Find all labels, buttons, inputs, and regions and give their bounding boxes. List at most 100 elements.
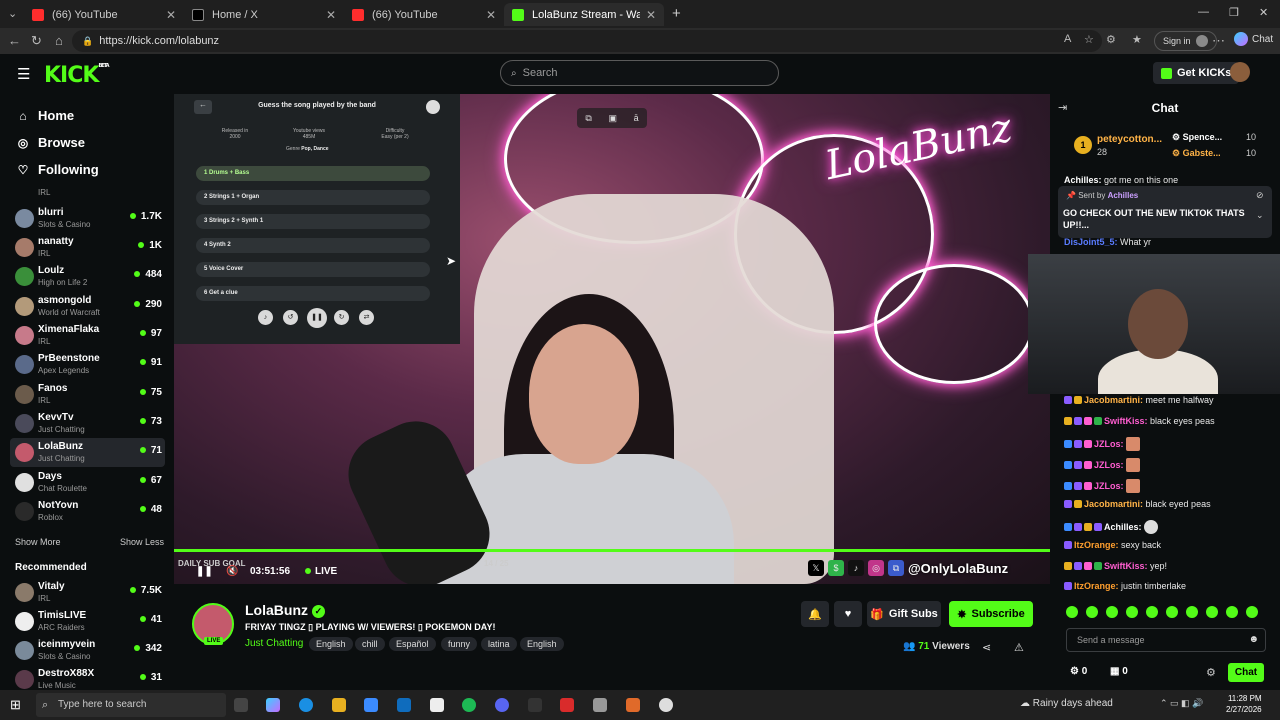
gift-subs-button[interactable]: 🎁 Gift Subs — [867, 601, 941, 627]
tiktok-icon[interactable]: ♪ — [848, 560, 864, 576]
app-icon[interactable] — [528, 698, 542, 712]
emote-icon[interactable] — [1246, 606, 1258, 618]
close-icon[interactable]: ✕ — [326, 8, 336, 22]
stream-tag[interactable]: English — [520, 637, 564, 651]
emote-icon[interactable] — [1226, 606, 1238, 618]
replay-icon[interactable]: ↺ — [283, 310, 298, 325]
chrome-icon[interactable] — [659, 698, 673, 712]
translate-icon[interactable]: ā — [634, 113, 639, 123]
user-icon[interactable] — [426, 100, 440, 114]
file-explorer-icon[interactable] — [332, 698, 346, 712]
chat-username[interactable]: ItzOrange: — [1074, 581, 1119, 591]
x-icon[interactable]: 𝕏 — [808, 560, 824, 576]
refresh-icon[interactable]: ↻ — [31, 33, 42, 49]
app-icon[interactable] — [560, 698, 574, 712]
song-option[interactable]: 6 Get a clue — [196, 286, 430, 301]
clock[interactable]: 11:28 PM 2/27/2026 — [1226, 693, 1262, 715]
chat-settings-icon[interactable]: ⚙ — [1206, 666, 1216, 679]
chat-username[interactable]: Jacobmartini: — [1084, 499, 1143, 509]
back-icon[interactable]: ← — [8, 33, 21, 48]
tab-menu-icon[interactable]: ⌄ — [8, 7, 17, 20]
stream-category-link[interactable]: Just Chatting — [245, 638, 303, 649]
home-icon[interactable]: ⌂ — [55, 33, 63, 48]
notepad-icon[interactable] — [430, 698, 444, 712]
share-icon[interactable]: ⋖ — [982, 641, 991, 654]
channel-ximenaflaka[interactable]: XimenaFlaka IRL 97 — [10, 321, 165, 350]
favorites-icon[interactable]: ★ — [1132, 33, 1142, 46]
pause-button[interactable]: ❚❚ — [196, 566, 213, 577]
emote-icon[interactable] — [1106, 606, 1118, 618]
emoji-icon[interactable]: ☻ — [1248, 629, 1259, 651]
kicks-counter[interactable]: ⚙ 0 — [1070, 666, 1087, 677]
video-player[interactable]: LolaBunz ⧉ ▣ ā ← Guess the song played b… — [174, 94, 1050, 584]
forward-icon[interactable]: ↻ — [334, 310, 349, 325]
chat-send-button[interactable]: Chat — [1228, 663, 1264, 682]
nav-following[interactable]: ♡ Following — [16, 162, 99, 177]
clip-icon[interactable]: ⧉ — [585, 113, 591, 124]
copilot-icon[interactable] — [266, 698, 280, 712]
stream-tag[interactable]: chill — [355, 637, 385, 651]
chat-username[interactable]: JZLos: — [1094, 481, 1124, 491]
get-kicks-button[interactable]: Get KICKs — [1153, 62, 1240, 84]
emote-icon[interactable] — [1186, 606, 1198, 618]
extensions-icon[interactable]: ⚙ — [1106, 33, 1116, 46]
maximize-icon[interactable]: ❐ — [1229, 6, 1239, 19]
song-option[interactable]: 1 Drums + Bass — [196, 166, 430, 181]
discord-icon[interactable] — [495, 698, 509, 712]
taskbar-search[interactable]: ⌕ Type here to search — [36, 693, 226, 717]
leader-2[interactable]: ⚙ Spence... — [1172, 132, 1222, 143]
more-icon[interactable]: ⋯ — [1212, 33, 1225, 49]
store-icon[interactable] — [364, 698, 378, 712]
theater-icon[interactable]: ▣ — [608, 113, 617, 124]
edge-icon[interactable] — [299, 698, 313, 712]
stream-tag[interactable]: English — [309, 637, 353, 651]
emote-icon[interactable] — [1206, 606, 1218, 618]
mail-icon[interactable] — [397, 698, 411, 712]
channel-asmongold[interactable]: asmongold World of Warcraft 290 — [10, 292, 165, 321]
pinned-user[interactable]: Achilles — [1108, 191, 1139, 200]
close-icon[interactable]: ✕ — [166, 8, 176, 22]
tab-youtube-1[interactable]: (66) YouTube ✕ — [24, 3, 184, 26]
unpin-icon[interactable]: ⊘ — [1256, 190, 1264, 201]
stream-tag[interactable]: latina — [481, 637, 517, 651]
chat-username[interactable]: SwiftKiss: — [1104, 561, 1148, 571]
hamburger-menu-icon[interactable]: ☰ — [17, 65, 30, 83]
song-option[interactable]: 2 Strings 1 + Organ — [196, 190, 430, 205]
chat-username[interactable]: JZLos: — [1094, 439, 1124, 449]
pause-icon[interactable]: ❚❚ — [307, 308, 327, 328]
kick-logo[interactable]: KICKBETA — [44, 63, 110, 88]
show-more-link[interactable]: Show More — [15, 537, 61, 547]
song-option[interactable]: 4 Synth 2 — [196, 238, 430, 253]
channel-loulz[interactable]: Loulz High on Life 2 484 — [10, 262, 165, 291]
emote-icon[interactable] — [1066, 606, 1078, 618]
stream-tag[interactable]: funny — [441, 637, 478, 651]
chevron-down-icon[interactable]: ⌄ — [1256, 210, 1264, 221]
window-close-icon[interactable]: ✕ — [1259, 6, 1268, 19]
user-avatar[interactable] — [1230, 62, 1250, 82]
nav-browse[interactable]: ◎ Browse — [16, 135, 85, 150]
chat-username[interactable]: JZLos: — [1094, 460, 1124, 470]
windows-start-icon[interactable]: ⊞ — [10, 697, 21, 713]
subs-counter[interactable]: ▦ 0 — [1110, 666, 1128, 677]
channel-prbeenstone[interactable]: PrBeenstone Apex Legends 91 — [10, 350, 165, 379]
channel-partial[interactable]: IRL — [10, 187, 165, 199]
notification-bell-button[interactable]: 🔔 — [801, 601, 829, 627]
stream-tag[interactable]: Español — [389, 637, 436, 651]
song-option[interactable]: 5 Voice Cover — [196, 262, 430, 277]
minimize-icon[interactable]: — — [1198, 6, 1209, 18]
channel-notyovn[interactable]: NotYovn Roblox 48 — [10, 497, 165, 526]
channel-vitaly[interactable]: Vitaly IRL 7.5K — [10, 578, 165, 607]
close-icon[interactable]: ✕ — [486, 8, 496, 22]
emote-icon[interactable] — [1146, 606, 1158, 618]
tab-kick[interactable]: LolaBunz Stream - Watch Live on Kick ✕ — [504, 3, 664, 26]
url-field[interactable]: 🔒 https://kick.com/lolabunz — [72, 30, 1102, 52]
app-icon[interactable] — [593, 698, 607, 712]
channel-iceinmyvein[interactable]: iceinmyvein Slots & Casino 342 — [10, 636, 165, 665]
report-icon[interactable]: ⚠ — [1014, 641, 1024, 654]
tab-x[interactable]: Home / X ✕ — [184, 3, 344, 26]
nav-home[interactable]: ⌂ Home — [16, 108, 74, 123]
spotify-icon[interactable] — [462, 698, 476, 712]
leader-name[interactable]: peteycotton... — [1097, 134, 1162, 145]
channel-timislive[interactable]: TimisLIVE ARC Raiders 41 — [10, 607, 165, 636]
channel-days[interactable]: Days Chat Roulette 67 — [10, 468, 165, 497]
